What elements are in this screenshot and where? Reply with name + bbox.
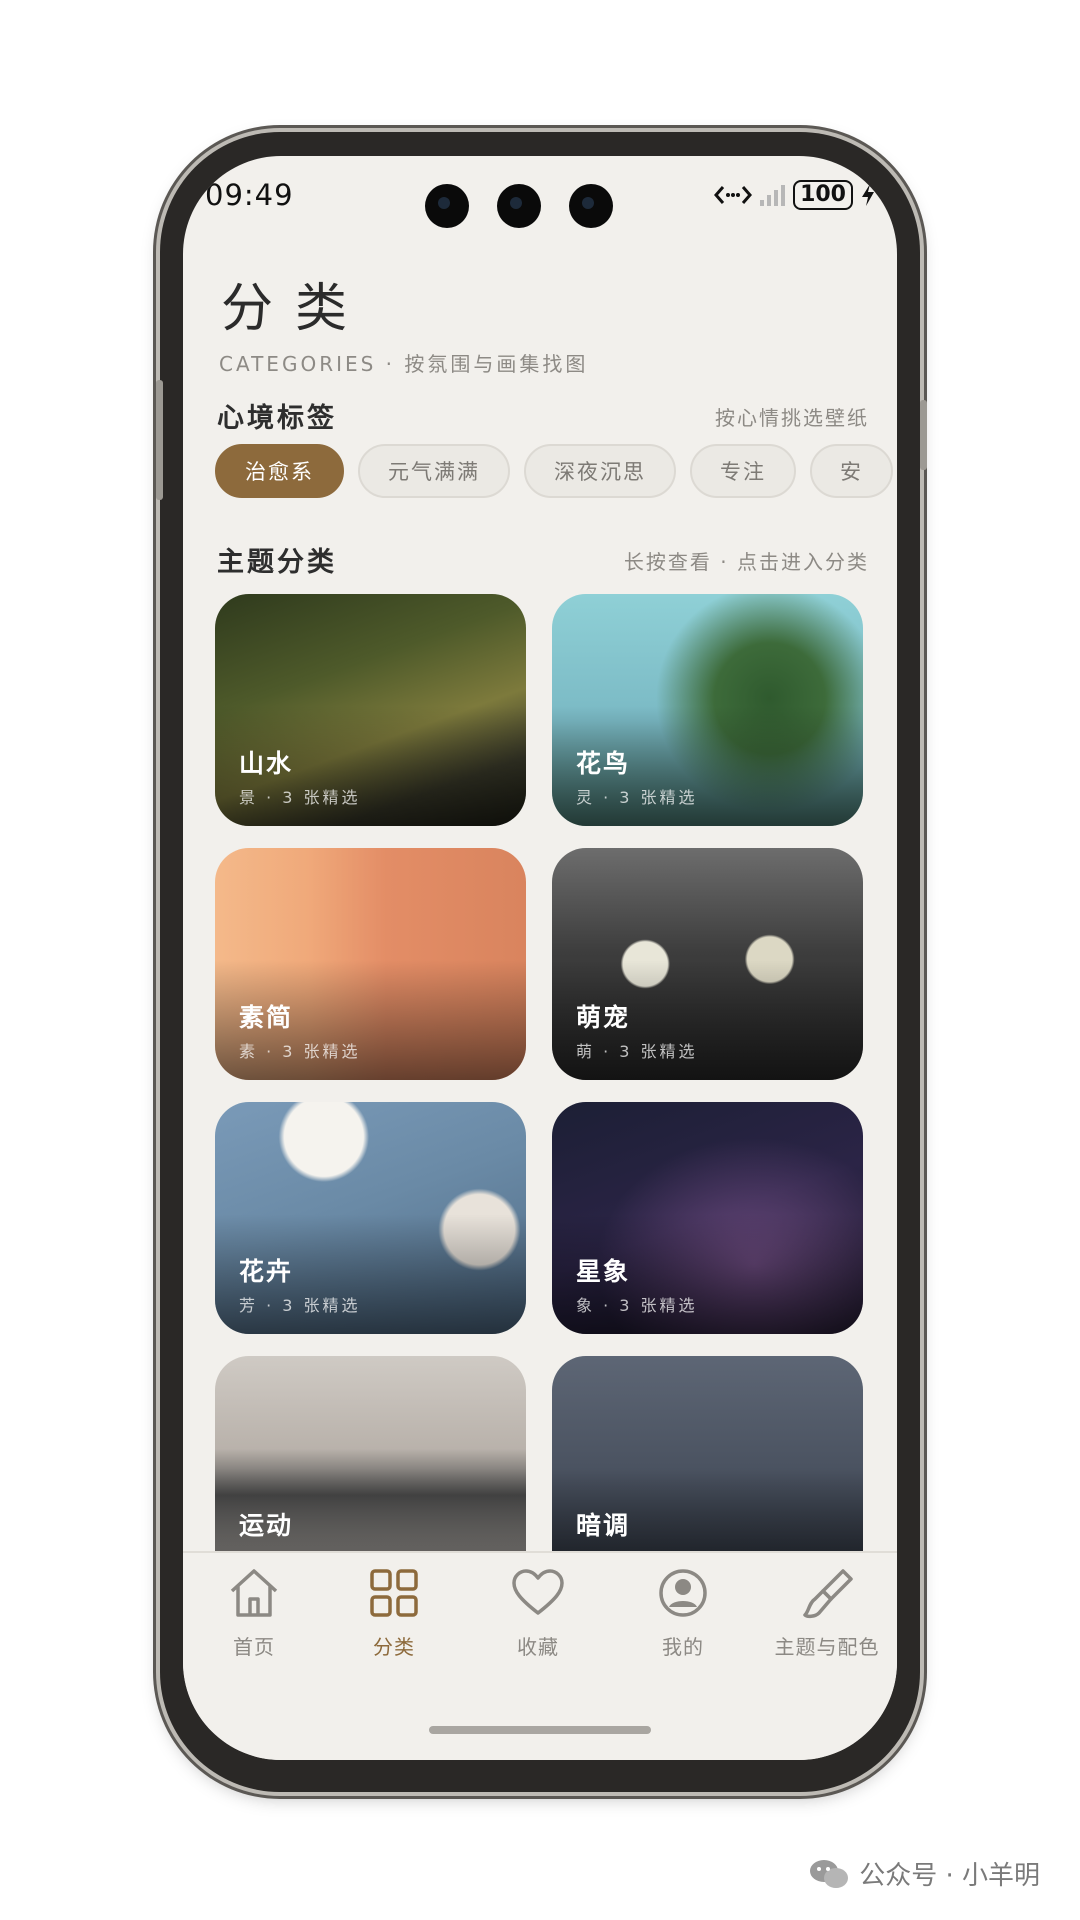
home-indicator[interactable] <box>429 1726 651 1734</box>
card-title: 山水 <box>239 749 294 778</box>
card-subtitle: 象 · 3 张精选 <box>576 1296 698 1315</box>
theme-card-stars[interactable]: 星象 象 · 3 张精选 <box>552 1102 863 1334</box>
screen: 09:49 100 分类 CATEGORIES · 按氛围与画集找图 心境标签 … <box>183 156 897 1760</box>
data-transfer-icon <box>714 186 753 204</box>
theme-section-hint: 长按查看 · 点击进入分类 <box>623 550 869 574</box>
card-title: 运动 <box>239 1511 294 1540</box>
nav-item-home[interactable]: 首页 <box>184 1567 324 1660</box>
card-title: 萌宠 <box>576 1003 631 1032</box>
page-title: 分类 <box>221 279 370 339</box>
page-subtitle: CATEGORIES · 按氛围与画集找图 <box>219 352 589 376</box>
nav-label: 收藏 <box>517 1635 559 1659</box>
card-subtitle: 景 · 3 张精选 <box>239 788 361 807</box>
card-subtitle: 芳 · 3 张精选 <box>239 1296 361 1315</box>
status-icons: 100 <box>714 180 875 210</box>
watermark: 公众号 · 小羊明 <box>809 1855 1040 1892</box>
user-icon <box>659 1569 707 1617</box>
card-subtitle: 萌 · 3 张精选 <box>576 1042 698 1061</box>
battery-indicator: 100 <box>793 180 853 210</box>
status-time: 09:49 <box>205 178 294 212</box>
heart-icon <box>512 1569 564 1615</box>
home-icon <box>230 1569 278 1617</box>
mood-chip-row: 治愈系 元气满满 深夜沉思 专注 安 <box>215 444 893 498</box>
power-button <box>920 400 927 470</box>
mood-section-hint: 按心情挑选壁纸 <box>715 406 869 430</box>
camera-lens <box>497 184 541 228</box>
chip-calm[interactable]: 安 <box>810 444 893 498</box>
watermark-text: 公众号 · 小羊明 <box>859 1861 1040 1891</box>
theme-card-landscape[interactable]: 山水 景 · 3 张精选 <box>215 594 526 826</box>
camera-lens <box>425 184 469 228</box>
volume-button <box>156 380 163 500</box>
chip-energetic[interactable]: 元气满满 <box>358 444 510 498</box>
nav-label: 主题与配色 <box>774 1635 880 1659</box>
theme-card-flora-bird[interactable]: 花鸟 灵 · 3 张精选 <box>552 594 863 826</box>
card-title: 素简 <box>239 1003 294 1032</box>
card-subtitle: 灵 · 3 张精选 <box>576 788 698 807</box>
nav-item-profile[interactable]: 我的 <box>613 1567 753 1660</box>
chip-focus[interactable]: 专注 <box>690 444 796 498</box>
theme-card-minimal[interactable]: 素简 素 · 3 张精选 <box>215 848 526 1080</box>
nav-label: 首页 <box>233 1635 275 1659</box>
charging-bolt-icon <box>862 184 874 206</box>
theme-card-flowers[interactable]: 花卉 芳 · 3 张精选 <box>215 1102 526 1334</box>
theme-card-pets[interactable]: 萌宠 萌 · 3 张精选 <box>552 848 863 1080</box>
wechat-icon <box>810 1859 849 1888</box>
nav-item-categories[interactable]: 分类 <box>324 1567 464 1660</box>
camera-lens <box>569 184 613 228</box>
signal-icon <box>760 184 786 206</box>
grid-icon <box>370 1569 418 1617</box>
nav-item-favorites[interactable]: 收藏 <box>468 1567 608 1660</box>
nav-label: 分类 <box>373 1635 415 1659</box>
chip-late-night[interactable]: 深夜沉思 <box>524 444 676 498</box>
card-title: 星象 <box>576 1257 631 1286</box>
mood-section-title: 心境标签 <box>217 403 337 434</box>
card-title: 花卉 <box>239 1257 294 1286</box>
brush-icon <box>803 1569 853 1619</box>
card-title: 花鸟 <box>576 749 631 778</box>
card-title: 暗调 <box>576 1511 631 1540</box>
card-subtitle: 素 · 3 张精选 <box>239 1042 361 1061</box>
nav-item-theme[interactable]: 主题与配色 <box>757 1567 897 1660</box>
chip-healing[interactable]: 治愈系 <box>215 444 344 498</box>
nav-label: 我的 <box>662 1635 704 1659</box>
theme-section-title: 主题分类 <box>217 547 337 578</box>
